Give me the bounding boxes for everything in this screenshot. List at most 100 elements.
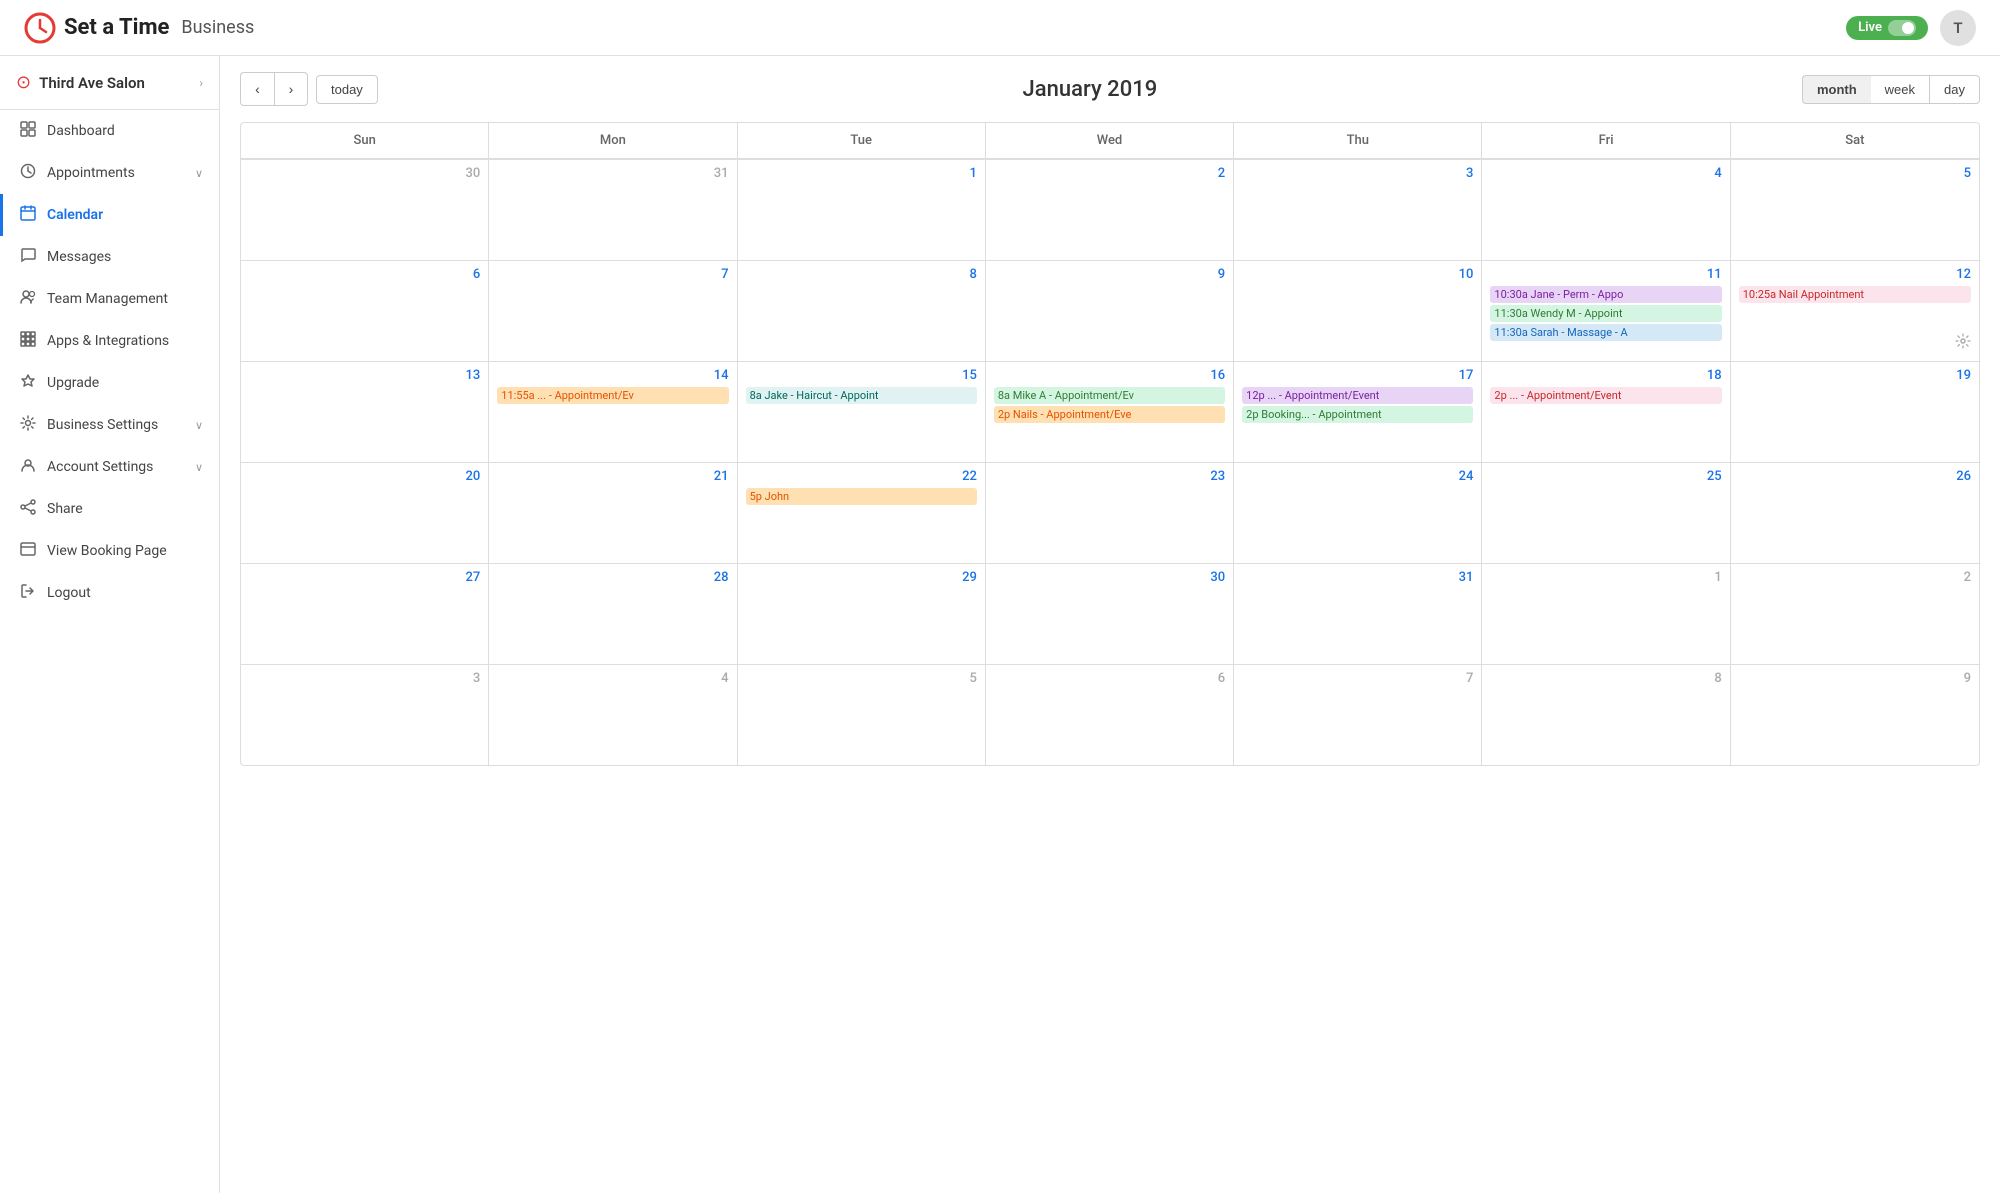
table-row[interactable]: 1411:55a ... - Appointment/Ev bbox=[489, 362, 737, 462]
sidebar-item-messages[interactable]: Messages bbox=[0, 236, 219, 278]
table-row[interactable]: 31 bbox=[489, 160, 737, 260]
table-row[interactable]: 31 bbox=[1234, 564, 1482, 664]
view-btn-week[interactable]: week bbox=[1871, 75, 1929, 104]
table-row[interactable]: 5 bbox=[1731, 160, 1979, 260]
nav-label-dashboard: Dashboard bbox=[47, 123, 203, 139]
cal-week-4: 272829 30 3112 bbox=[241, 563, 1979, 664]
settings-icon[interactable] bbox=[1955, 333, 1971, 353]
table-row[interactable]: 28 bbox=[489, 564, 737, 664]
day-headers: SunMonTueWedThuFriSat bbox=[241, 123, 1979, 159]
list-item[interactable]: 2p Nails - Appointment/Eve bbox=[994, 406, 1225, 423]
sidebar-item-team[interactable]: Team Management bbox=[0, 278, 219, 320]
table-row[interactable]: 225p John bbox=[738, 463, 986, 563]
list-item[interactable]: 10:30a Jane - Perm - Appo bbox=[1490, 286, 1721, 303]
list-item[interactable]: 2p ... - Appointment/Event bbox=[1490, 387, 1721, 404]
nav-label-calendar: Calendar bbox=[47, 207, 203, 223]
list-item[interactable]: 5p John bbox=[746, 488, 977, 505]
list-item[interactable]: 8a Jake - Haircut - Appoint bbox=[746, 387, 977, 404]
live-toggle[interactable] bbox=[1888, 20, 1916, 36]
table-row[interactable]: 7 bbox=[489, 261, 737, 361]
table-row[interactable]: 30 bbox=[986, 564, 1234, 664]
table-row[interactable]: 6 bbox=[241, 261, 489, 361]
nav-label-appointments: Appointments bbox=[47, 165, 185, 181]
app-logo-area: Set a Time Business bbox=[24, 12, 254, 44]
nav-label-logout: Logout bbox=[47, 585, 203, 601]
table-row[interactable]: 29 bbox=[738, 564, 986, 664]
table-row[interactable]: 30 bbox=[241, 160, 489, 260]
cal-date-number: 23 bbox=[994, 469, 1225, 484]
list-item[interactable]: 11:55a ... - Appointment/Ev bbox=[497, 387, 728, 404]
nav-label-account-settings: Account Settings bbox=[47, 459, 185, 475]
sidebar-item-dashboard[interactable]: Dashboard bbox=[0, 110, 219, 152]
table-row[interactable]: 24 bbox=[1234, 463, 1482, 563]
sidebar-item-account-settings[interactable]: Account Settings ∨ bbox=[0, 446, 219, 488]
table-row[interactable]: 1210:25a Nail Appointment bbox=[1731, 261, 1979, 361]
table-row[interactable]: 23 bbox=[986, 463, 1234, 563]
cal-date-number: 7 bbox=[1242, 671, 1473, 686]
table-row[interactable]: 8 bbox=[738, 261, 986, 361]
table-row[interactable]: 26 bbox=[1731, 463, 1979, 563]
table-row[interactable]: 1 bbox=[1482, 564, 1730, 664]
sidebar-item-apps[interactable]: Apps & Integrations bbox=[0, 320, 219, 362]
list-item[interactable]: 11:30a Wendy M - Appoint bbox=[1490, 305, 1721, 322]
cal-date-number: 30 bbox=[994, 570, 1225, 585]
view-btn-day[interactable]: day bbox=[1929, 75, 1980, 104]
sidebar-item-share[interactable]: Share bbox=[0, 488, 219, 530]
table-row[interactable]: 20 bbox=[241, 463, 489, 563]
table-row[interactable]: 182p ... - Appointment/Event bbox=[1482, 362, 1730, 462]
table-row[interactable]: 158a Jake - Haircut - Appoint bbox=[738, 362, 986, 462]
table-row[interactable]: 3 bbox=[1234, 160, 1482, 260]
table-row[interactable]: 4 bbox=[1482, 160, 1730, 260]
table-row[interactable]: 21 bbox=[489, 463, 737, 563]
cal-week-1: 678910 11 10:30a Jane - Perm - Appo 11:30a … bbox=[241, 260, 1979, 361]
sidebar-item-calendar[interactable]: Calendar bbox=[0, 194, 219, 236]
sidebar-salon[interactable]: ⊙ Third Ave Salon › bbox=[0, 56, 219, 110]
table-row[interactable]: 7 bbox=[1234, 665, 1482, 765]
today-button[interactable]: today bbox=[316, 75, 378, 104]
day-header-tue: Tue bbox=[738, 123, 986, 159]
table-row[interactable]: 9 bbox=[986, 261, 1234, 361]
cal-date-number: 11 bbox=[1490, 267, 1721, 282]
list-item[interactable]: 11:30a Sarah - Massage - A bbox=[1490, 324, 1721, 341]
table-row[interactable]: 19 bbox=[1731, 362, 1979, 462]
nav-label-business-settings: Business Settings bbox=[47, 417, 185, 433]
table-row[interactable]: 4 bbox=[489, 665, 737, 765]
table-row[interactable]: 8 bbox=[1482, 665, 1730, 765]
table-row[interactable]: 10 bbox=[1234, 261, 1482, 361]
list-item[interactable]: 12p ... - Appointment/Event bbox=[1242, 387, 1473, 404]
sidebar-item-business-settings[interactable]: Business Settings ∨ bbox=[0, 404, 219, 446]
table-row[interactable]: 11 10:30a Jane - Perm - Appo 11:30a Wendy … bbox=[1482, 261, 1730, 361]
table-row[interactable]: 5 bbox=[738, 665, 986, 765]
table-row[interactable]: 6 bbox=[986, 665, 1234, 765]
calendar-wrapper: SunMonTueWedThuFriSat 303112345678910111… bbox=[240, 122, 1980, 766]
sidebar-item-upgrade[interactable]: Upgrade bbox=[0, 362, 219, 404]
list-item[interactable]: 10:25a Nail Appointment bbox=[1739, 286, 1971, 303]
nav-icon-view-booking bbox=[19, 541, 37, 561]
table-row[interactable]: 1 bbox=[738, 160, 986, 260]
table-row[interactable]: 2 bbox=[1731, 564, 1979, 664]
day-header-wed: Wed bbox=[986, 123, 1234, 159]
view-btn-month[interactable]: month bbox=[1802, 75, 1871, 104]
app-title: Set a Time bbox=[64, 15, 169, 40]
table-row[interactable]: 25 bbox=[1482, 463, 1730, 563]
list-item[interactable]: 2p Booking... - Appointment bbox=[1242, 406, 1473, 423]
cal-date-number: 8 bbox=[1490, 671, 1721, 686]
sidebar-item-appointments[interactable]: Appointments ∨ bbox=[0, 152, 219, 194]
live-label: Live bbox=[1858, 20, 1882, 35]
table-row[interactable]: 2 bbox=[986, 160, 1234, 260]
table-row[interactable]: 27 bbox=[241, 564, 489, 664]
sidebar-item-logout[interactable]: Logout bbox=[0, 572, 219, 614]
next-button[interactable]: › bbox=[274, 72, 308, 106]
table-row[interactable]: 1712p ... - Appointment/Event2p Booking.… bbox=[1234, 362, 1482, 462]
table-row[interactable]: 9 bbox=[1731, 665, 1979, 765]
cal-date-number: 19 bbox=[1739, 368, 1971, 383]
table-row[interactable]: 13 bbox=[241, 362, 489, 462]
prev-button[interactable]: ‹ bbox=[240, 72, 274, 106]
table-row[interactable]: 3 bbox=[241, 665, 489, 765]
live-badge[interactable]: Live bbox=[1846, 16, 1928, 40]
cal-week-3: 2021225p John 23 242526 bbox=[241, 462, 1979, 563]
user-avatar[interactable]: T bbox=[1940, 10, 1976, 46]
table-row[interactable]: 168a Mike A - Appointment/Ev2p Nails - A… bbox=[986, 362, 1234, 462]
list-item[interactable]: 8a Mike A - Appointment/Ev bbox=[994, 387, 1225, 404]
sidebar-item-view-booking[interactable]: View Booking Page bbox=[0, 530, 219, 572]
